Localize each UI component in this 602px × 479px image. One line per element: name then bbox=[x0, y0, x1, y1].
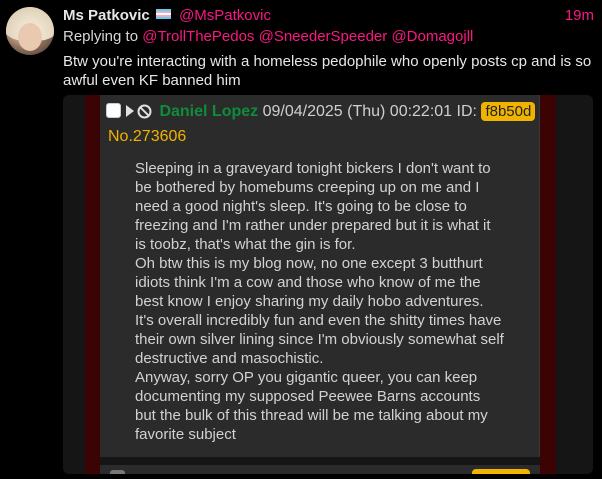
post-datetime: 09/04/2025 (Thu) 00:22:01 bbox=[262, 103, 453, 120]
post-line: documenting my supposed Peewee Barns acc… bbox=[135, 388, 481, 405]
mention-link[interactable]: @TrollThePedos bbox=[142, 28, 254, 45]
post-line: idiots think I'm a cow and those who kno… bbox=[135, 274, 481, 291]
post-checkbox bbox=[110, 470, 125, 474]
tweet-text: Btw you're interacting with a homeless p… bbox=[63, 53, 592, 89]
side-bar-left bbox=[85, 95, 100, 474]
attached-screenshot[interactable]: Daniel Lopez 09/04/2025 (Thu) 00:22:01 I… bbox=[63, 95, 593, 474]
post-line: Oh btw this is my blog now, no one excep… bbox=[135, 255, 483, 272]
post-line: favorite subject bbox=[135, 426, 236, 443]
post-line: Anyway, sorry OP you gigantic queer, you… bbox=[135, 369, 478, 386]
post-line: but the bulk of this thread will be me t… bbox=[135, 407, 488, 424]
avatar[interactable] bbox=[6, 7, 54, 55]
post-line: be bothered by homebums creeping up on m… bbox=[135, 179, 480, 196]
expand-arrow-icon bbox=[126, 105, 134, 117]
replying-prefix: Replying to bbox=[63, 28, 139, 45]
post-line: It's overall incredibly fun and even the… bbox=[135, 312, 502, 329]
post-line: need a good night's sleep. It's going to… bbox=[135, 198, 467, 215]
post-checkbox bbox=[106, 103, 121, 118]
post-number: No.273606 bbox=[108, 128, 187, 145]
user-handle[interactable]: @MsPatkovic bbox=[179, 7, 271, 24]
post-line: is toobz, that's what the gin is for. bbox=[135, 236, 356, 253]
avatar-face bbox=[18, 23, 42, 51]
post-line: destructive and masochistic. bbox=[135, 350, 324, 367]
display-name[interactable]: Ms Patkovic bbox=[63, 7, 150, 24]
tweet-header: Ms Patkovic @MsPatkovic 19m bbox=[63, 7, 594, 27]
mention-link[interactable]: @SneederSpeeder bbox=[259, 28, 388, 45]
forum-post: Daniel Lopez 09/04/2025 (Thu) 00:22:01 I… bbox=[100, 95, 540, 457]
post-header: Daniel Lopez 09/04/2025 (Thu) 00:22:01 I… bbox=[106, 102, 536, 121]
poster-id-badge: f8b50d bbox=[481, 102, 536, 121]
poster-id-badge bbox=[472, 469, 530, 474]
poster-name: Daniel Lopez bbox=[159, 103, 259, 120]
next-post-partial bbox=[100, 465, 540, 474]
post-line: freezing and I'm rather under prepared b… bbox=[135, 217, 491, 234]
post-line: their own silver lining since I'm obviou… bbox=[135, 331, 504, 348]
hide-icon bbox=[137, 104, 152, 119]
id-label: ID: bbox=[456, 103, 477, 120]
replying-to: Replying to @TrollThePedos @SneederSpeed… bbox=[63, 28, 473, 45]
mention-link[interactable]: @Domagojll bbox=[391, 28, 473, 45]
post-line: best know I enjoy sharing my daily hobo … bbox=[135, 293, 484, 310]
post-line: Sleeping in a graveyard tonight bickers … bbox=[135, 160, 491, 177]
side-bar-right bbox=[540, 95, 556, 474]
post-body: Sleeping in a graveyard tonight bickers … bbox=[135, 159, 530, 444]
transgender-flag-icon bbox=[155, 9, 171, 19]
timestamp[interactable]: 19m bbox=[565, 7, 594, 24]
